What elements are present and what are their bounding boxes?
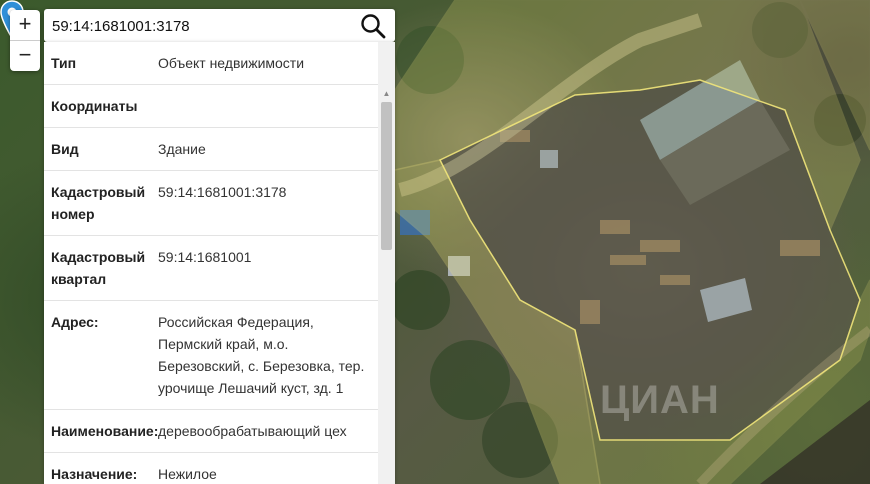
info-row-address: Адрес: Российская Федерация, Пермский кр… xyxy=(44,301,378,410)
info-row-cadastral-number: Кадастровый номер 59:14:1681001:3178 xyxy=(44,171,378,236)
info-value: 59:14:1681001 xyxy=(158,249,252,265)
scroll-up-arrow-icon[interactable]: ▲ xyxy=(378,85,395,102)
search-input[interactable] xyxy=(50,13,354,39)
zoom-in-button[interactable]: + xyxy=(10,10,40,41)
panel-scrollbar[interactable]: ▲ xyxy=(378,42,395,484)
search-icon[interactable] xyxy=(359,12,387,40)
info-row-name: Наименование: деревообрабатывающий цех xyxy=(44,410,378,453)
info-row-purpose: Назначение: Нежилое xyxy=(44,453,378,484)
info-value: Объект недвижимости xyxy=(158,55,305,71)
info-row-cadastral-quarter: Кадастровый квартал 59:14:1681001 xyxy=(44,236,378,301)
info-key: Кадастровый номер xyxy=(51,184,146,222)
info-key: Вид xyxy=(51,141,79,157)
info-row-kind: Вид Здание xyxy=(44,128,378,171)
info-row-coordinates: Координаты xyxy=(44,85,378,128)
info-panel: Тип Объект недвижимости Координаты Вид З… xyxy=(44,42,395,484)
info-value: деревообрабатывающий цех xyxy=(158,423,347,439)
map-watermark: ЦИАН xyxy=(600,378,720,422)
zoom-control: + − xyxy=(10,10,40,71)
info-key: Назначение: xyxy=(51,466,138,482)
info-value: Российская Федерация, Пермский край, м.о… xyxy=(158,314,365,396)
info-value xyxy=(158,95,378,117)
info-key: Тип xyxy=(51,55,77,71)
info-value: 59:14:1681001:3178 xyxy=(158,184,287,200)
info-rows: Тип Объект недвижимости Координаты Вид З… xyxy=(44,42,378,484)
info-key: Адрес: xyxy=(51,314,99,330)
info-value: Здание xyxy=(158,141,206,157)
info-key: Наименование: xyxy=(51,423,159,439)
scrollbar-thumb[interactable] xyxy=(381,102,392,250)
search-bar xyxy=(44,9,395,42)
zoom-out-button[interactable]: − xyxy=(10,41,40,71)
info-key: Координаты xyxy=(51,98,138,114)
info-value: Нежилое xyxy=(158,466,217,482)
info-row-type: Тип Объект недвижимости xyxy=(44,42,378,85)
info-key: Кадастровый квартал xyxy=(51,249,146,287)
